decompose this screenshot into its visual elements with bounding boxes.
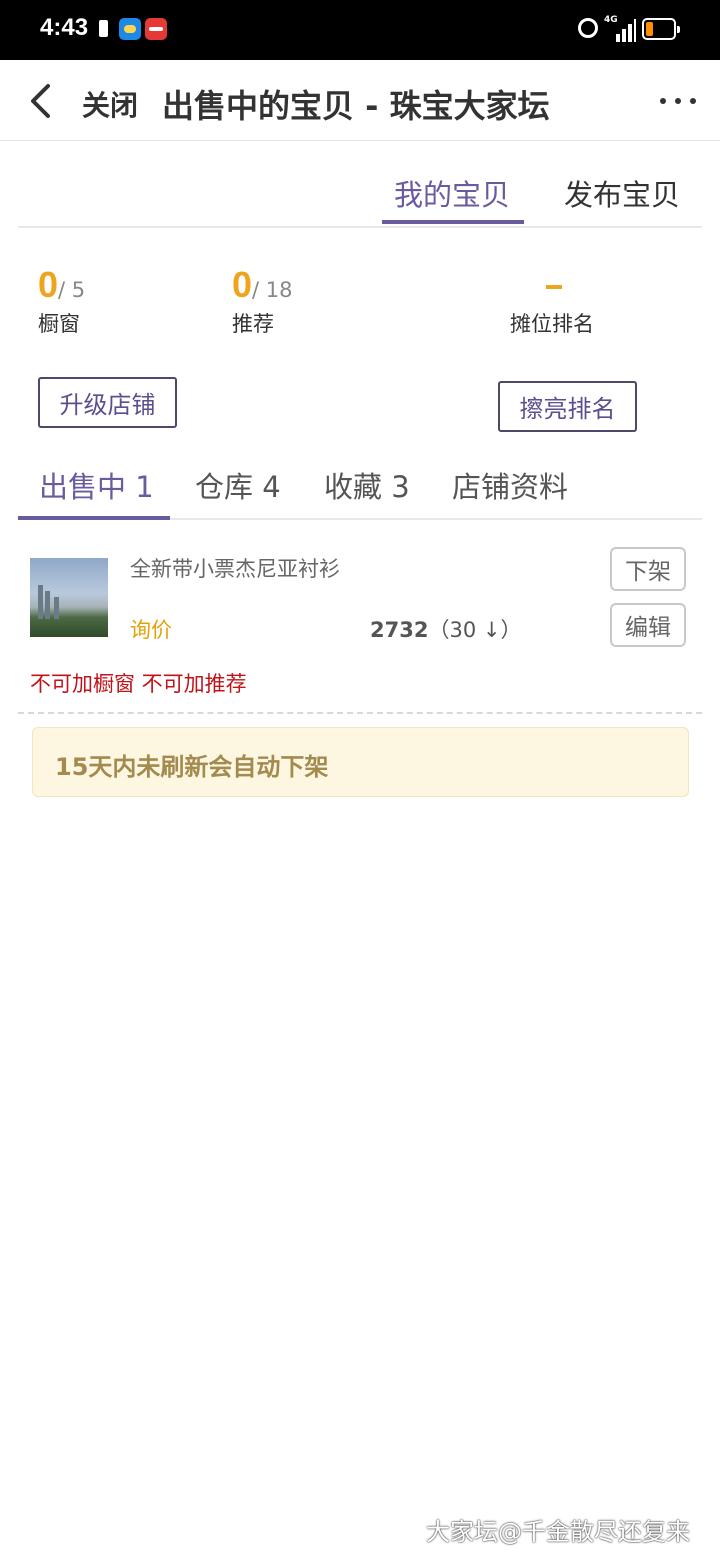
active-subtab-indicator xyxy=(18,516,170,520)
tab-on-sale[interactable]: 出售中 1 xyxy=(39,464,154,506)
status-time: 4:43 xyxy=(40,14,89,41)
chevron-left-icon[interactable] xyxy=(24,80,62,122)
status-bar: 4:43 4G xyxy=(0,0,720,60)
item-warning: 不可加橱窗 不可加推荐 xyxy=(30,672,247,696)
delist-button[interactable]: 下架 xyxy=(610,547,686,591)
polish-rank-button[interactable]: 擦亮排名 xyxy=(498,381,637,432)
tab-my-items[interactable]: 我的宝贝 xyxy=(394,172,510,214)
tab-store-info[interactable]: 店铺资料 xyxy=(452,464,568,506)
watermark: 大家坛@千金散尽还复来 xyxy=(426,1518,690,1546)
item-thumbnail[interactable] xyxy=(30,558,108,637)
item-view-count: 2732 xyxy=(370,618,429,642)
top-tabs: 我的宝贝 发布宝贝 xyxy=(18,160,702,228)
rank-value xyxy=(546,285,562,289)
edit-button[interactable]: 编辑 xyxy=(610,603,686,647)
close-button[interactable]: 关闭 xyxy=(82,84,138,124)
item-price: 询价 xyxy=(130,618,172,642)
notice-text: 15天内未刷新会自动下架 xyxy=(55,753,329,781)
active-tab-indicator xyxy=(382,220,524,224)
divider xyxy=(18,712,702,714)
sub-tabs: 出售中 1 仓库 4 收藏 3 店铺资料 xyxy=(18,446,702,520)
recommend-label: 推荐 xyxy=(232,312,274,336)
more-horizontal-icon[interactable] xyxy=(656,94,700,108)
showcase-label: 橱窗 xyxy=(38,312,80,336)
recommend-stat: 0/ 18 xyxy=(232,264,293,306)
notification-app-icon xyxy=(145,18,167,40)
rank-label: 摊位排名 xyxy=(510,312,594,336)
recommend-count: 0 xyxy=(232,264,253,305)
showcase-stat: 0/ 5 xyxy=(38,264,85,306)
weather-app-icon xyxy=(119,18,141,40)
item-name[interactable]: 全新带小票杰尼亚衬衫 xyxy=(130,553,340,583)
tab-favorites[interactable]: 收藏 3 xyxy=(324,464,410,506)
tab-publish-item[interactable]: 发布宝贝 xyxy=(564,172,680,214)
item-view-change: （30 ↓） xyxy=(428,618,522,642)
battery-icon xyxy=(642,18,680,40)
item-views: 2732（30 ↓） xyxy=(370,614,521,644)
signal-icon xyxy=(604,16,636,42)
showcase-total: / 5 xyxy=(58,278,86,302)
recommend-total: / 18 xyxy=(252,278,293,302)
auto-delist-notice: 15天内未刷新会自动下架 xyxy=(32,727,689,797)
page-title: 出售中的宝贝 - 珠宝大家坛 xyxy=(162,87,550,125)
alarm-icon xyxy=(578,18,598,38)
upgrade-store-button[interactable]: 升级店铺 xyxy=(38,377,177,428)
tab-warehouse[interactable]: 仓库 4 xyxy=(195,464,281,506)
app-header: 关闭 出售中的宝贝 - 珠宝大家坛 xyxy=(0,60,720,141)
showcase-count: 0 xyxy=(38,264,59,305)
battery-saver-icon xyxy=(99,20,108,37)
